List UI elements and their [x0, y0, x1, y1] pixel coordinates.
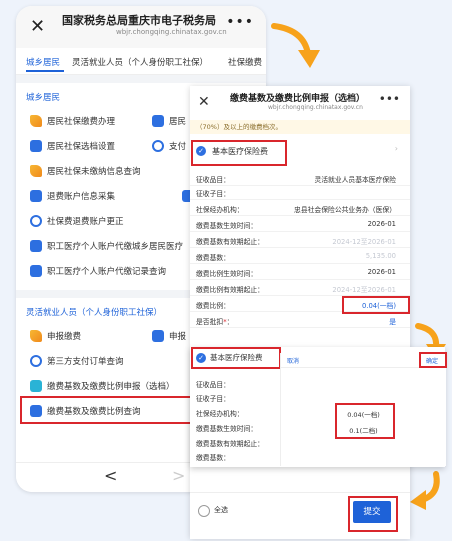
highlight-box [191, 347, 281, 369]
page-url: wbjr.chongqing.chinatax.gov.cn [116, 28, 227, 36]
service-item-declare-base[interactable]: 缴费基数及缴费比例申报（选档） [30, 380, 175, 392]
search-icon [30, 165, 42, 177]
service-item[interactable]: 居民社保未缴纳信息查询 [30, 165, 141, 177]
close-icon[interactable]: ✕ [198, 94, 210, 110]
service-item[interactable]: 居民 [152, 115, 186, 127]
medical-icon [30, 240, 42, 252]
form-row[interactable]: 缴费比例生效时间： 2026-01 [190, 266, 410, 280]
browser-header: ✕ 缴费基数及缴费比例申报（选档） wbjr.chongqing.chinata… [190, 86, 410, 120]
form-row: 缴费基数： 5,135.00 [190, 250, 410, 264]
close-icon[interactable]: ✕ [30, 16, 45, 37]
service-item[interactable]: 支付 [152, 140, 186, 152]
tab-social-security[interactable]: 社保缴费 [228, 56, 262, 68]
arrow-decoration [271, 23, 320, 68]
forward-icon[interactable]: > [172, 466, 185, 485]
payment-icon [30, 330, 42, 342]
pay-icon [152, 140, 164, 152]
form-row: 征收品目： 灵活就业人员基本医疗保险 [190, 172, 410, 186]
more-icon[interactable]: ••• [379, 92, 400, 106]
card-icon [30, 190, 42, 202]
medical-record-icon [30, 265, 42, 277]
highlight-box [342, 296, 410, 314]
select-all-radio[interactable] [198, 505, 210, 517]
form-row: 社保经办机构： 忠县社会保险公共业务办（医保） [190, 202, 410, 216]
active-tab-indicator [26, 70, 64, 72]
declare-icon [30, 380, 42, 392]
service-item[interactable]: 社保费退费账户更正 [30, 215, 124, 227]
document-icon [152, 330, 164, 342]
service-item[interactable]: 第三方支付订单查询 [30, 355, 124, 367]
page-url: wbjr.chongqing.chinatax.gov.cn [268, 104, 363, 111]
settings-icon [30, 140, 42, 152]
service-item[interactable]: 职工医疗个人账户代缴城乡居民医疗 [30, 240, 183, 252]
chevron-right-icon: › [394, 144, 398, 153]
highlight-box [20, 396, 194, 424]
form-row: 缴费基数有效期起止： 2024-12至2026-01 [190, 234, 410, 248]
service-item[interactable]: 申报缴费 [30, 330, 81, 342]
refund-icon [30, 215, 42, 227]
form-row[interactable]: 是否批扣*：是 [190, 314, 410, 328]
form-row: 征收子目： [190, 186, 410, 200]
highlight-box [348, 496, 398, 532]
service-item[interactable]: 退费账户信息采集 [30, 190, 115, 202]
page-title: 缴费基数及缴费比例申报（选档） [230, 94, 366, 104]
arrow-decoration [410, 471, 440, 510]
phone-screen-declaration: ✕ 缴费基数及缴费比例申报（选档） wbjr.chongqing.chinata… [190, 86, 410, 538]
payment-icon [30, 115, 42, 127]
select-all-label: 全选 [214, 506, 228, 514]
category-tabs: 城乡居民 灵活就业人员（个人身份职工社保） 社保缴费 [16, 48, 266, 75]
form-row: 缴费比例有效期起止： 2024-12至2026-01 [190, 282, 410, 296]
back-icon[interactable]: < [104, 466, 117, 485]
form-row[interactable]: 缴费基数生效时间： 2026-01 [190, 218, 410, 232]
notice-banner: （70%）及以上的缴费档次。 [190, 120, 410, 134]
service-item[interactable]: 职工医疗个人账户代缴记录查询 [30, 265, 166, 277]
order-search-icon [30, 355, 42, 367]
ratio-picker: 取消 确定 0.04(一档) 0.1(二档) [280, 352, 447, 466]
cancel-button[interactable]: 取消 [287, 356, 299, 365]
tab-rural-residents[interactable]: 城乡居民 [26, 56, 60, 68]
tab-flexible-employment[interactable]: 灵活就业人员（个人身份职工社保） [72, 56, 208, 68]
page-title: 国家税务总局重庆市电子税务局 [62, 14, 216, 27]
service-item[interactable]: 申报 [152, 330, 186, 342]
highlight-box [191, 140, 287, 166]
document-icon [152, 115, 164, 127]
highlight-box [419, 352, 447, 368]
bottom-action-bar: 全选 提交 [190, 492, 410, 539]
service-item[interactable]: 居民社保选档设置 [30, 140, 115, 152]
highlight-box [335, 403, 395, 439]
browser-header: ✕ 国家税务总局重庆市电子税务局 wbjr.chongqing.chinatax… [16, 6, 266, 48]
more-icon[interactable]: ••• [226, 14, 254, 30]
service-item[interactable]: 居民社保缴费办理 [30, 115, 115, 127]
